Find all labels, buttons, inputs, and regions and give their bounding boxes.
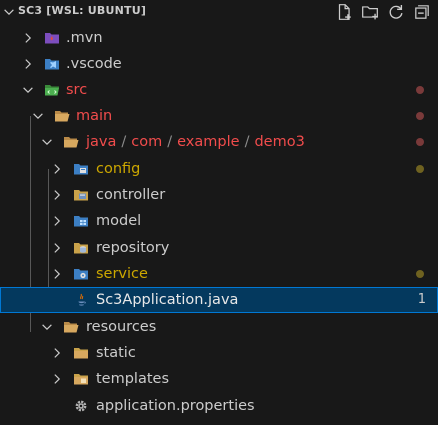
chevron-right-icon [54,348,61,358]
tree-item-sc3application[interactable]: Sc3Application.java 1 [0,287,438,313]
tree-item-label: templates [96,371,170,387]
folder-open-icon [64,137,79,148]
chevron-right-icon [54,374,61,384]
path-segment[interactable]: com [131,134,162,150]
java-package-icon [74,269,88,280]
src-folder-icon [45,85,59,96]
chevron-down-icon [33,113,43,120]
tree-item-resources[interactable]: resources [0,314,438,340]
vscode-folder-icon [45,59,59,70]
warning-dot [416,165,424,173]
tree-item-label: main [76,108,113,124]
tree-item-repository[interactable]: repository [0,235,438,261]
chevron-right-icon [54,269,61,279]
java-package-icon [74,216,88,227]
path-segment[interactable]: demo3 [254,134,304,150]
error-dot [416,112,424,120]
tree-item-controller[interactable]: controller [0,182,438,208]
workspace-title[interactable]: SC3 [WSL: UBUNTU] [18,4,146,17]
chevron-right-icon [25,59,32,69]
tree-item-vscode[interactable]: .vscode [0,51,438,77]
collapse-all-icon[interactable] [412,2,432,22]
problem-count-badge: 1 [417,292,426,307]
tree-item-src[interactable]: src [0,77,438,103]
tree-item-application-properties[interactable]: application.properties [0,393,438,419]
maven-folder-icon [45,33,59,44]
tree-item-label: .mvn [66,30,103,46]
tree-item-label: src [66,82,88,98]
new-folder-icon[interactable] [360,2,380,22]
path-separator: / [121,134,127,150]
tree-item-label: controller [96,187,166,203]
new-file-icon[interactable] [334,2,354,22]
tree-item-mvn[interactable]: .mvn [0,25,438,51]
explorer-actions [334,2,432,22]
folder-open-icon [64,322,79,333]
tree-item-label: static [96,345,136,361]
java-package-icon [74,243,88,254]
chevron-right-icon [25,33,32,43]
path-segment[interactable]: java [86,134,116,150]
chevron-down-icon [23,87,33,94]
refresh-icon[interactable] [386,2,406,22]
chevron-right-icon [54,190,61,200]
folder-icon [74,374,88,385]
tree-item-java-path[interactable]: java / com / example / demo3 [0,129,438,155]
folder-icon [74,348,88,359]
chevron-down-icon [42,324,52,331]
folder-open-icon [55,111,70,122]
tree-item-label: resources [86,319,157,335]
tree-item-label: config [96,161,141,177]
path-separator: / [167,134,173,150]
tree-item-config[interactable]: config [0,156,438,182]
java-package-icon [74,164,88,175]
explorer-header[interactable]: SC3 [WSL: UBUNTU] [0,0,438,25]
tree-item-label: Sc3Application.java [96,292,239,308]
java-file-icon [78,293,86,306]
tree-item-label: repository [96,240,170,256]
chevron-down-icon [42,139,52,146]
compressed-path-label: java / com / example / demo3 [86,129,305,155]
error-dot [416,138,424,146]
chevron-right-icon [54,216,61,226]
tree-item-label: .vscode [66,56,122,72]
tree-item-label: application.properties [96,398,255,414]
java-package-icon [74,190,88,201]
warning-dot [416,270,424,278]
tree-item-label: service [96,266,148,282]
tree-item-service[interactable]: service [0,261,438,287]
tree-item-label: model [96,213,142,229]
tree-item-static[interactable]: static [0,340,438,366]
tree-item-main[interactable]: main [0,103,438,129]
path-separator: / [244,134,250,150]
chevron-down-icon[interactable] [2,5,16,19]
error-dot [416,86,424,94]
chevron-right-icon [54,164,61,174]
path-segment[interactable]: example [177,134,239,150]
explorer-panel: SC3 [WSL: UBUNTU] .mvn .vscode src main … [0,0,438,425]
gear-icon [75,400,87,412]
tree-item-model[interactable]: model [0,208,438,234]
chevron-right-icon [54,243,61,253]
tree-item-templates[interactable]: templates [0,366,438,392]
